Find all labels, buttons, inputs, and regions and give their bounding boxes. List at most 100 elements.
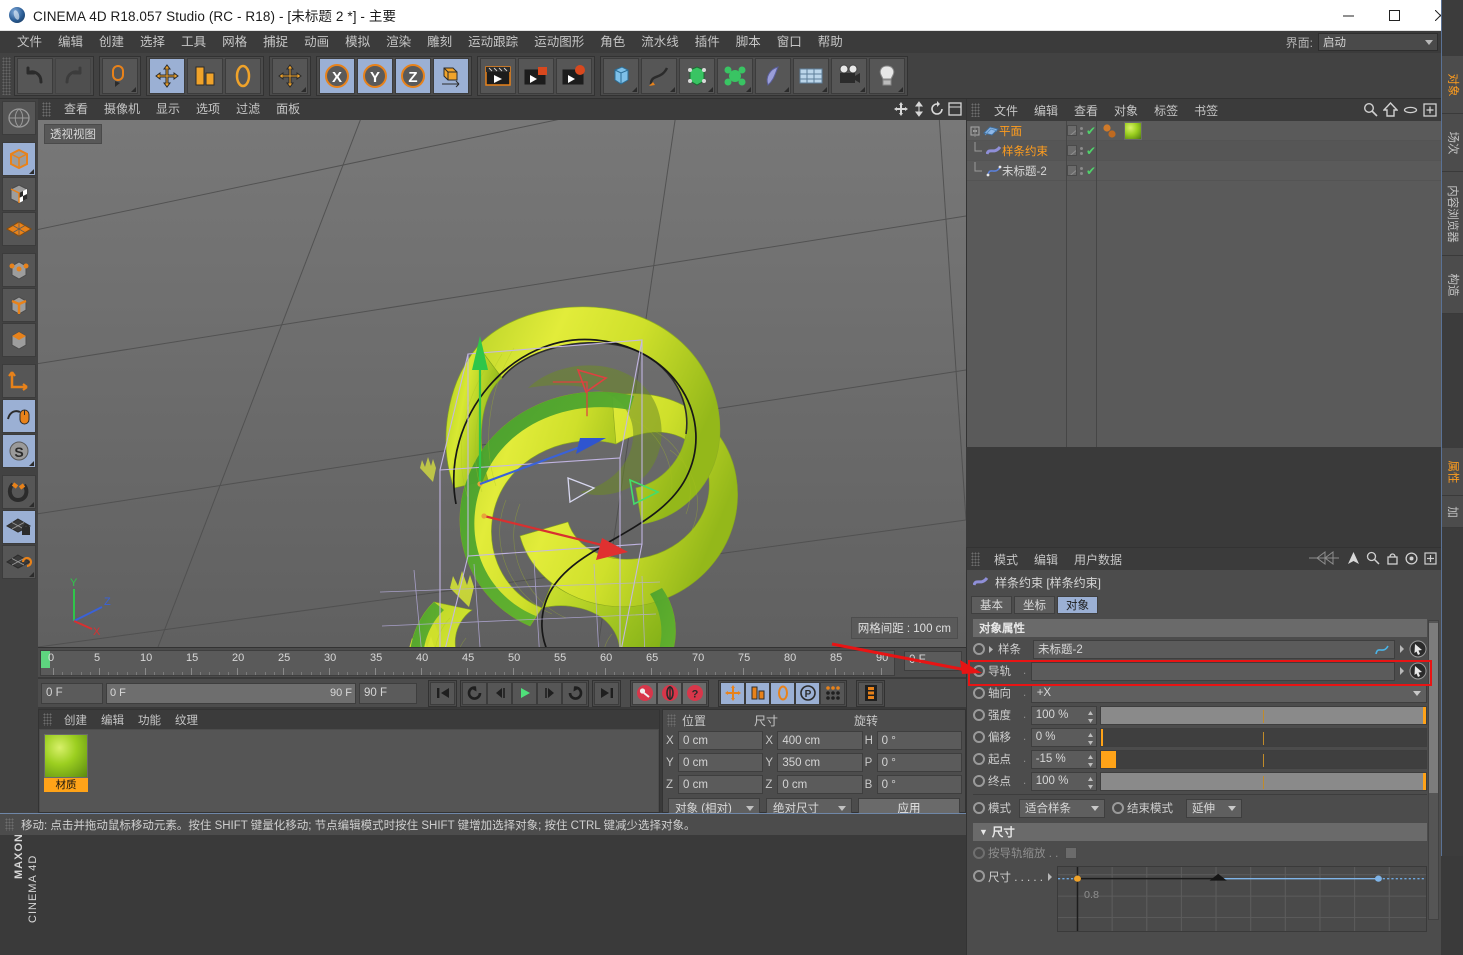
- vtab-attributes[interactable]: 属性: [1442, 448, 1463, 496]
- visibility-toggle[interactable]: [1067, 165, 1077, 176]
- attribute-menu-mode[interactable]: 模式: [986, 551, 1026, 568]
- move-alt-button[interactable]: [272, 57, 308, 94]
- viewport-menu-grip[interactable]: [42, 102, 51, 117]
- enabled-check-icon[interactable]: ✔: [1086, 165, 1096, 177]
- menu-pipeline[interactable]: 流水线: [633, 31, 687, 53]
- menu-render[interactable]: 渲染: [378, 31, 419, 53]
- goto-start-button[interactable]: [430, 681, 455, 705]
- menu-sculpt[interactable]: 雕刻: [419, 31, 460, 53]
- ltool-texture-mode[interactable]: [2, 177, 36, 211]
- ellipse-icon[interactable]: [1403, 104, 1418, 116]
- point-tag-icon[interactable]: [1101, 123, 1121, 139]
- axis-select[interactable]: +X: [1030, 683, 1427, 703]
- object-tree[interactable]: 平面 样条约束 未标题-2: [967, 121, 1067, 447]
- slider-handle[interactable]: [1100, 750, 1116, 768]
- ltool-workplane[interactable]: [2, 545, 36, 579]
- scale-tool-button[interactable]: [187, 57, 223, 94]
- maximize-button[interactable]: [1371, 0, 1417, 31]
- zoom-vertical-icon[interactable]: [912, 101, 926, 117]
- offset-input[interactable]: 0 %: [1030, 727, 1097, 747]
- next-frame-button[interactable]: [537, 681, 562, 705]
- menu-script[interactable]: 脚本: [728, 31, 769, 53]
- anim-preview-end-field[interactable]: 90 F: [359, 682, 417, 704]
- vtab-structure[interactable]: 构造: [1442, 256, 1463, 314]
- z-axis-lock-button[interactable]: Z: [395, 57, 431, 94]
- spinner-icon[interactable]: [1087, 776, 1094, 790]
- live-selection-button[interactable]: [102, 57, 138, 94]
- material-menu-create[interactable]: 创建: [57, 712, 94, 728]
- material-menu-function[interactable]: 功能: [131, 712, 168, 728]
- collapse-triangle-icon[interactable]: ▼: [979, 827, 988, 837]
- undo-button[interactable]: [17, 57, 53, 94]
- toolbar-grip[interactable]: [2, 56, 11, 95]
- goto-end-button[interactable]: [594, 681, 619, 705]
- attribute-menu-userdata[interactable]: 用户数据: [1066, 551, 1130, 568]
- status-grip[interactable]: [5, 818, 14, 831]
- end-slider[interactable]: [1099, 771, 1427, 791]
- menu-plugins[interactable]: 插件: [687, 31, 728, 53]
- object-menu-file[interactable]: 文件: [986, 102, 1026, 119]
- slider-handle[interactable]: [1100, 728, 1103, 746]
- ltool-undo-view[interactable]: [2, 101, 36, 135]
- ltool-point-mode[interactable]: [2, 253, 36, 287]
- vtab-objects[interactable]: 对象: [1442, 56, 1463, 114]
- object-menu-objects[interactable]: 对象: [1106, 102, 1146, 119]
- spinner-icon[interactable]: [1087, 732, 1094, 746]
- object-menu-bookmarks[interactable]: 书签: [1186, 102, 1226, 119]
- size-anim-radio[interactable]: [973, 870, 985, 882]
- dot-indicator-icon[interactable]: [1079, 146, 1083, 155]
- ltool-soft-selection[interactable]: S: [2, 434, 36, 468]
- menu-mesh[interactable]: 网格: [214, 31, 255, 53]
- play-button[interactable]: [512, 681, 537, 705]
- spinner-icon[interactable]: [1087, 754, 1094, 768]
- spinner-icon[interactable]: [1087, 710, 1094, 724]
- visibility-toggle[interactable]: [1067, 145, 1077, 156]
- timeline-ruler[interactable]: 0 5 10 15 20 25 30 35 40 45 50 55 60 65 70 75 80 85 90: [40, 650, 895, 676]
- rotate-tool-button[interactable]: [225, 57, 261, 94]
- key-param-button[interactable]: P: [795, 681, 820, 705]
- light-button[interactable]: [869, 57, 905, 94]
- spline-field[interactable]: 未标题-2: [1033, 639, 1395, 659]
- scene-ground-button[interactable]: [793, 57, 829, 94]
- object-menu-edit[interactable]: 编辑: [1026, 102, 1066, 119]
- viewport-3d[interactable]: 透视视图 网格间距 : 100 cm Y Z X: [38, 120, 966, 647]
- size-z-input[interactable]: 0 cm: [777, 775, 863, 794]
- menu-window[interactable]: 窗口: [769, 31, 810, 53]
- menu-snap[interactable]: 捕捉: [255, 31, 296, 53]
- ltool-model-mode[interactable]: [2, 142, 36, 176]
- key-position-button[interactable]: [720, 681, 745, 705]
- search-icon[interactable]: [1363, 102, 1378, 117]
- autokey-button[interactable]: [657, 681, 682, 705]
- scene-object-button[interactable]: [755, 57, 791, 94]
- minimize-button[interactable]: [1325, 0, 1371, 31]
- dot-indicator-icon[interactable]: [1079, 126, 1083, 135]
- visibility-toggle[interactable]: [1067, 125, 1077, 136]
- mode-anim-radio[interactable]: [973, 802, 985, 814]
- rotation-h-input[interactable]: 0 °: [876, 731, 962, 750]
- menu-motiontracker[interactable]: 运动跟踪: [460, 31, 526, 53]
- object-menu-view[interactable]: 查看: [1066, 102, 1106, 119]
- strength-anim-radio[interactable]: [973, 709, 985, 721]
- render-region-button[interactable]: [518, 57, 554, 94]
- record-key-button[interactable]: [632, 681, 657, 705]
- ltool-lock-grid[interactable]: [2, 510, 36, 544]
- object-row-spline[interactable]: 未标题-2: [967, 161, 1066, 181]
- prev-key-button[interactable]: [462, 681, 487, 705]
- offset-anim-radio[interactable]: [973, 731, 985, 743]
- position-y-input[interactable]: 0 cm: [678, 753, 764, 772]
- menu-mograph[interactable]: 运动图形: [526, 31, 592, 53]
- menu-help[interactable]: 帮助: [810, 31, 851, 53]
- dot-indicator-icon[interactable]: [1079, 166, 1083, 175]
- slider-handle[interactable]: [1423, 772, 1426, 790]
- vtab-layers[interactable]: 加: [1442, 496, 1463, 528]
- object-menu-tags[interactable]: 标签: [1146, 102, 1186, 119]
- menu-file[interactable]: 文件: [9, 31, 50, 53]
- attribute-scrollbar[interactable]: [1428, 620, 1439, 920]
- history-nav-icon[interactable]: [1307, 551, 1341, 565]
- endmode-select[interactable]: 延伸: [1186, 798, 1242, 818]
- material-tag-icon[interactable]: [1124, 121, 1142, 140]
- rotation-p-input[interactable]: 0 °: [876, 753, 962, 772]
- ltool-snap[interactable]: [2, 475, 36, 509]
- strength-slider[interactable]: [1099, 705, 1427, 725]
- render-settings-button[interactable]: [556, 57, 592, 94]
